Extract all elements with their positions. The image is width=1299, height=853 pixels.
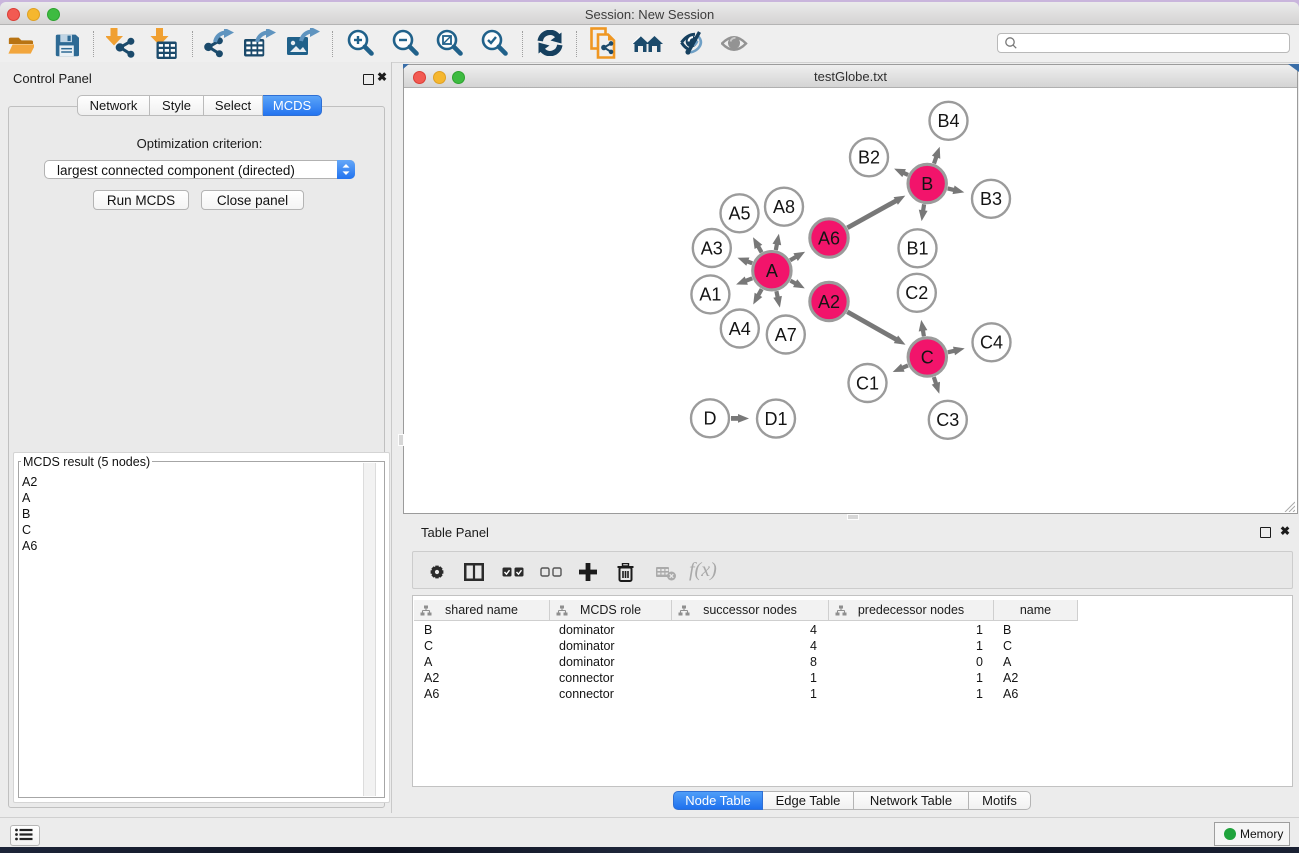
- svg-text:A2: A2: [818, 292, 840, 312]
- svg-text:C4: C4: [980, 333, 1003, 353]
- svg-text:A: A: [766, 261, 778, 281]
- svg-text:A3: A3: [701, 238, 723, 258]
- svg-text:A4: A4: [729, 319, 751, 339]
- svg-text:C: C: [921, 347, 934, 367]
- svg-text:B3: B3: [980, 189, 1002, 209]
- svg-text:C2: C2: [905, 283, 928, 303]
- svg-text:D1: D1: [764, 409, 787, 429]
- svg-text:A7: A7: [775, 325, 797, 345]
- svg-text:B2: B2: [858, 148, 880, 168]
- svg-text:A5: A5: [728, 204, 750, 224]
- svg-text:A8: A8: [773, 197, 795, 217]
- svg-text:B1: B1: [906, 239, 928, 259]
- svg-text:D: D: [704, 409, 717, 429]
- svg-text:B4: B4: [937, 111, 959, 131]
- svg-text:A1: A1: [699, 285, 721, 305]
- svg-text:C1: C1: [856, 373, 879, 393]
- svg-text:A6: A6: [818, 228, 840, 248]
- svg-text:B: B: [921, 174, 933, 194]
- svg-text:C3: C3: [936, 410, 959, 430]
